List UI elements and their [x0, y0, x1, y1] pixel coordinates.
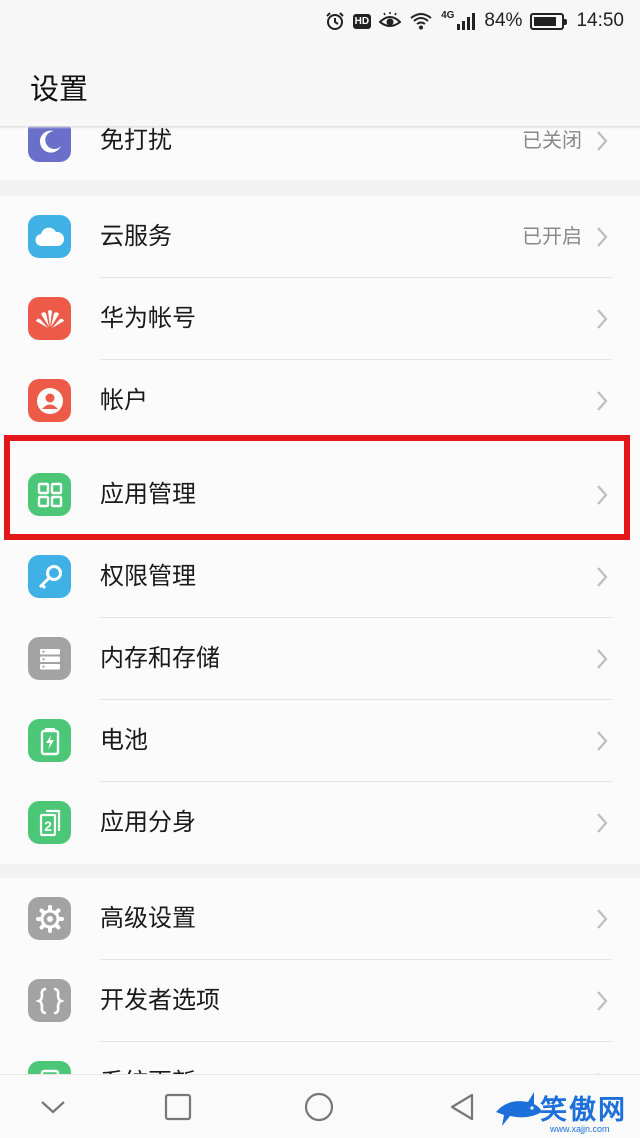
settings-item-label: 华为帐号	[100, 304, 196, 332]
app-twin-icon: 2	[28, 801, 71, 844]
chevron-right-icon	[597, 567, 608, 587]
watermark-url: www.xajjn.com	[550, 1124, 610, 1134]
battery-icon	[530, 12, 568, 30]
chevron-right-icon	[597, 649, 608, 669]
settings-item-developer-options[interactable]: 开发者选项	[0, 960, 640, 1041]
collapse-icon[interactable]	[40, 1099, 66, 1115]
shark-logo-icon	[496, 1092, 542, 1126]
network-type: 4G	[441, 10, 455, 21]
header-shadow	[0, 126, 640, 129]
settings-item-advanced-settings[interactable]: 高级设置	[0, 878, 640, 959]
account-icon	[28, 379, 71, 422]
settings-item-app-twin[interactable]: 2 应用分身	[0, 782, 640, 863]
chevron-right-icon	[597, 227, 608, 247]
battery-icon	[28, 719, 71, 762]
settings-item-do-not-disturb[interactable]: 免打扰 已关闭	[0, 126, 640, 180]
settings-item-huawei-id[interactable]: 华为帐号	[0, 278, 640, 359]
settings-group-top: 免打扰 已关闭	[0, 126, 640, 180]
status-bar: HD 4G 84% 14:50	[0, 0, 640, 42]
app-header: 设置	[0, 42, 640, 126]
chevron-right-icon	[597, 991, 608, 1011]
chevron-right-icon	[597, 731, 608, 751]
battery-fill	[534, 16, 557, 26]
highlight-box	[4, 435, 630, 540]
settings-group-advanced: 高级设置 开发者选项 系统更新	[0, 878, 640, 1074]
settings-item-battery[interactable]: 电池	[0, 700, 640, 781]
settings-item-status: 已关闭	[522, 128, 582, 152]
settings-item-system-update[interactable]: 系统更新	[0, 1042, 640, 1074]
eye-comfort-icon	[379, 12, 402, 27]
settings-item-cloud[interactable]: 云服务 已开启	[0, 196, 640, 277]
settings-item-label: 内存和存储	[100, 644, 220, 672]
battery-percent: 84%	[484, 10, 523, 31]
recents-icon[interactable]	[164, 1093, 192, 1121]
svg-text:2: 2	[44, 818, 52, 834]
alarm-icon	[325, 12, 344, 30]
settings-item-label: 系统更新	[100, 1042, 196, 1074]
chevron-right-icon	[597, 309, 608, 329]
clock: 14:50	[576, 10, 624, 31]
phone-update-icon	[28, 1061, 71, 1074]
settings-item-status: 已开启	[522, 224, 582, 248]
settings-item-label: 帐户	[100, 386, 148, 414]
signal-icon	[457, 13, 476, 30]
settings-item-storage[interactable]: 内存和存储	[0, 618, 640, 699]
settings-item-label: 开发者选项	[100, 986, 220, 1014]
watermark-text: 笑傲网	[540, 1095, 627, 1126]
braces-icon	[28, 979, 71, 1022]
settings-item-label: 高级设置	[100, 904, 196, 932]
moon-icon	[28, 126, 71, 162]
settings-item-permissions[interactable]: 权限管理	[0, 536, 640, 617]
wifi-icon	[410, 13, 432, 30]
settings-item-accounts[interactable]: 帐户	[0, 360, 640, 441]
settings-item-label: 电池	[100, 726, 148, 754]
settings-item-label: 权限管理	[100, 562, 196, 590]
chevron-right-icon	[597, 131, 608, 151]
settings-item-label: 免打扰	[100, 126, 172, 154]
gear-icon	[28, 897, 71, 940]
page-title: 设置	[30, 72, 89, 106]
cloud-icon	[28, 215, 71, 258]
settings-item-label: 应用分身	[100, 808, 196, 836]
hd-icon: HD	[352, 13, 372, 29]
storage-icon	[28, 637, 71, 680]
huawei-icon	[28, 297, 71, 340]
home-icon[interactable]	[304, 1092, 334, 1122]
back-icon[interactable]	[448, 1092, 476, 1122]
settings-item-label: 云服务	[100, 222, 172, 250]
chevron-right-icon	[597, 813, 608, 833]
key-icon	[28, 555, 71, 598]
chevron-right-icon	[597, 391, 608, 411]
watermark: 笑傲网 www.xajjn.com	[494, 1082, 634, 1138]
chevron-right-icon	[597, 909, 608, 929]
